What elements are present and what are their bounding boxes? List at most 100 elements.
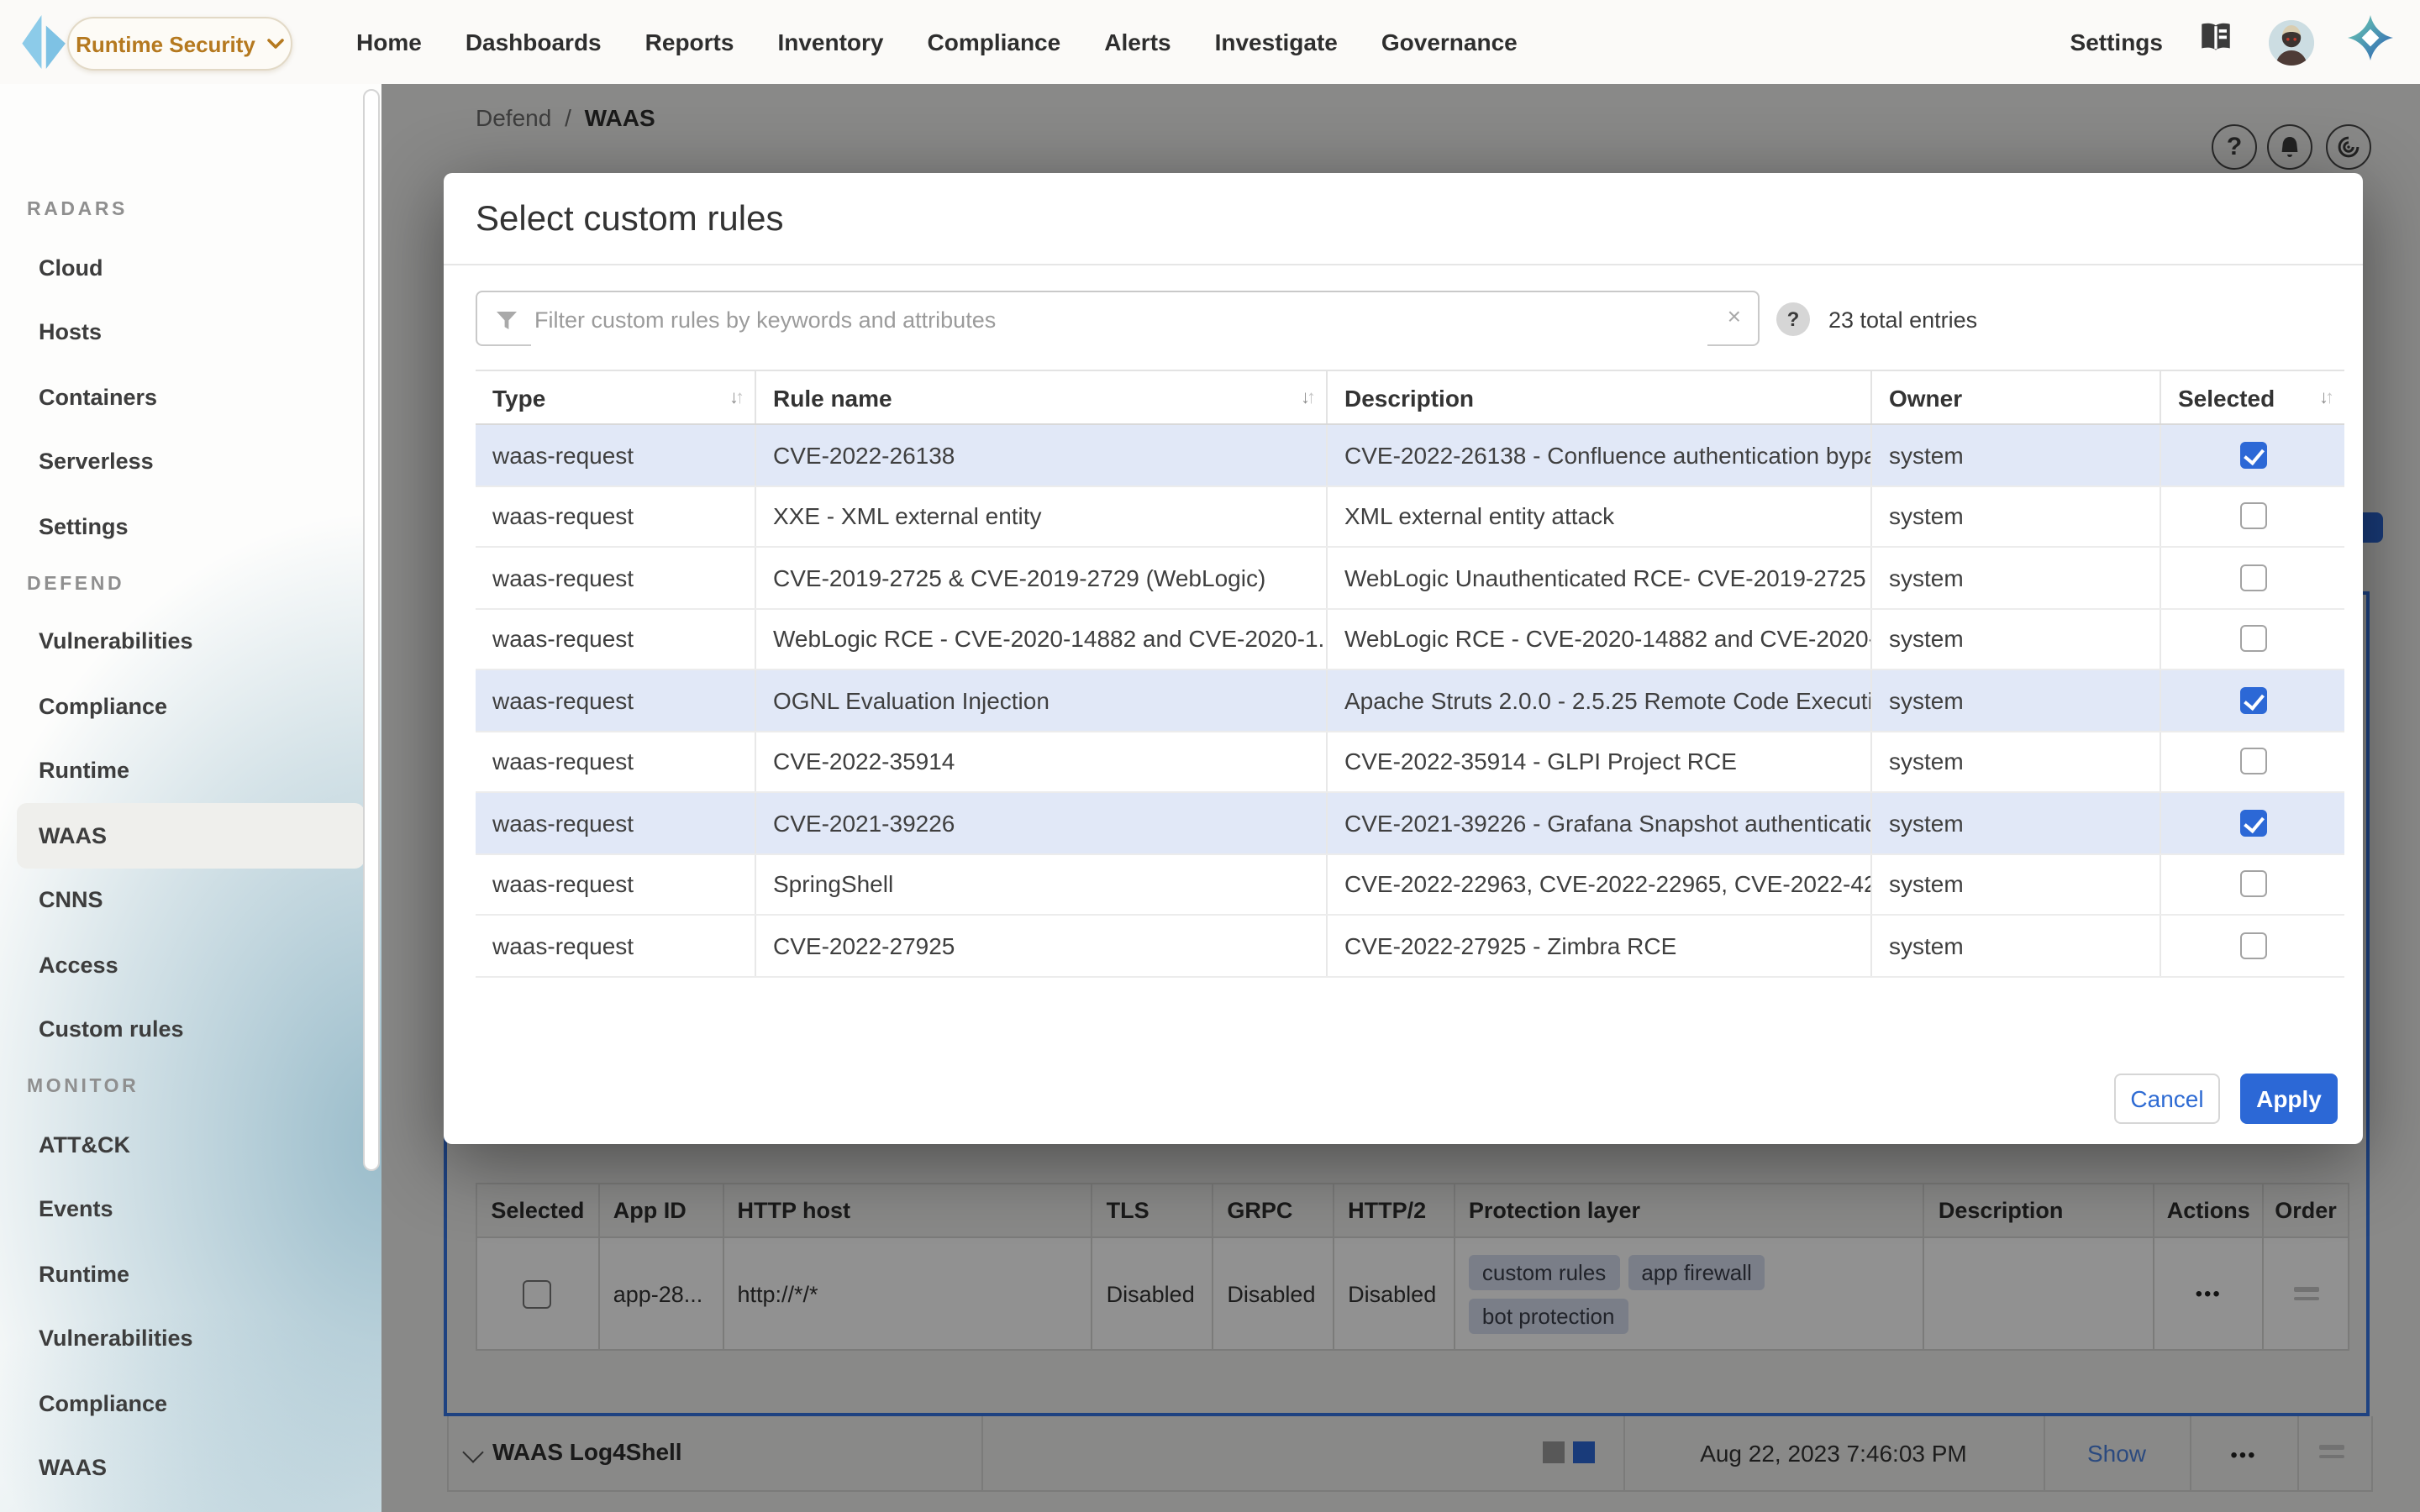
rule-selected-checkbox[interactable] xyxy=(2239,932,2266,959)
sidebar-item[interactable]: Events xyxy=(17,1177,365,1242)
rule-selected-cell xyxy=(2161,548,2344,607)
rule-owner-cell: system xyxy=(1872,548,2161,607)
sidebar-item[interactable]: Runtime xyxy=(17,1242,365,1306)
rule-owner-cell: system xyxy=(1872,793,2161,853)
cancel-button[interactable]: Cancel xyxy=(2114,1074,2220,1124)
rule-owner-cell: system xyxy=(1872,916,2161,975)
dialog-title: Select custom rules xyxy=(476,200,784,240)
rule-selected-checkbox[interactable] xyxy=(2239,626,2266,653)
sidebar-item[interactable]: Settings xyxy=(17,494,365,559)
custom-rules-table-header: Type ↓↑ Rule name ↓↑ Description Owner S xyxy=(476,371,2344,425)
rule-description-cell: Apache Struts 2.0.0 - 2.5.25 Remote Code… xyxy=(1328,670,1872,730)
filter-input[interactable] xyxy=(531,294,1707,346)
rule-owner-cell: system xyxy=(1872,670,2161,730)
rule-owner-cell: system xyxy=(1872,732,2161,791)
custom-rule-row[interactable]: waas-request CVE-2022-26138 CVE-2022-261… xyxy=(476,425,2344,486)
rule-description-cell: CVE-2021-39226 - Grafana Snapshot authen… xyxy=(1328,793,1872,853)
rule-type-cell: waas-request xyxy=(476,916,756,975)
prisma-brand-icon[interactable] xyxy=(22,15,67,77)
apply-button[interactable]: Apply xyxy=(2240,1074,2338,1124)
custom-rule-row[interactable]: waas-request OGNL Evaluation Injection A… xyxy=(476,670,2344,732)
filter-funnel-icon xyxy=(496,309,518,339)
sidebar-menu: RADARS Cloud Hosts Containers Serverless… xyxy=(0,84,381,1512)
sidebar-item[interactable]: Vulnerabilities xyxy=(17,1306,365,1371)
nav-item[interactable]: Inventory xyxy=(777,29,883,55)
rule-type-cell: waas-request xyxy=(476,670,756,730)
sidebar-item[interactable]: Compliance xyxy=(17,674,365,738)
custom-rule-row-partial[interactable] xyxy=(476,977,2344,978)
rule-selected-cell xyxy=(2161,793,2344,853)
rule-type-cell: waas-request xyxy=(476,732,756,791)
sidebar-item[interactable]: Runtime xyxy=(17,738,365,803)
product-switcher-label: Runtime Security xyxy=(76,31,255,56)
rule-selected-checkbox[interactable] xyxy=(2239,748,2266,775)
documentation-book-icon[interactable] xyxy=(2196,22,2235,62)
custom-rule-row[interactable]: waas-request WebLogic RCE - CVE-2020-148… xyxy=(476,609,2344,670)
sidebar-item[interactable]: Containers xyxy=(17,365,365,429)
nav-item[interactable]: Governance xyxy=(1381,29,1518,55)
product-switcher[interactable]: Runtime Security xyxy=(67,17,292,71)
sidebar-item: RADARS xyxy=(17,185,365,235)
user-avatar[interactable] xyxy=(2269,19,2314,65)
entries-help-icon[interactable]: ? xyxy=(1776,302,1810,336)
rule-type-cell: waas-request xyxy=(476,609,756,669)
rule-description-cell: CVE-2022-22963, CVE-2022-22965, CVE-2022… xyxy=(1328,854,1872,914)
sidebar-item[interactable]: WAAS xyxy=(17,1436,365,1500)
rule-description-cell: CVE-2022-26138 - Confluence authenticati… xyxy=(1328,425,1872,485)
rule-name-cell: CVE-2022-27925 xyxy=(756,916,1328,975)
custom-rule-row[interactable]: waas-request CVE-2022-35914 CVE-2022-359… xyxy=(476,732,2344,793)
rule-owner-cell: system xyxy=(1872,486,2161,546)
sidebar-item[interactable]: CNNS xyxy=(17,868,365,932)
custom-rule-row[interactable]: waas-request XXE - XML external entity X… xyxy=(476,486,2344,548)
sidebar-item[interactable]: Access xyxy=(17,932,365,997)
sidebar-item[interactable]: Cloud xyxy=(17,235,365,300)
rule-name-cell: CVE-2022-35914 xyxy=(756,732,1328,791)
nav-item-settings[interactable]: Settings xyxy=(2070,29,2163,55)
rule-selected-checkbox[interactable] xyxy=(2239,871,2266,898)
rule-selected-cell xyxy=(2161,609,2344,669)
rule-type-cell: waas-request xyxy=(476,854,756,914)
rule-selected-checkbox[interactable] xyxy=(2239,503,2266,530)
nav-item[interactable]: Reports xyxy=(645,29,734,55)
select-custom-rules-dialog: Select custom rules × ? 23 total entries… xyxy=(444,173,2363,1144)
col-header-selected: Selected ↓↑ xyxy=(2161,371,2344,423)
total-entries-count: 23 total entries xyxy=(1828,307,1977,333)
sidebar-item[interactable]: Compliance xyxy=(17,1371,365,1436)
rule-description-cell: CVE-2022-27925 - Zimbra RCE xyxy=(1328,916,1872,975)
sidebar-item: DEFEND xyxy=(17,559,365,609)
sidebar-item[interactable]: Vulnerabilities xyxy=(17,609,365,674)
nav-item[interactable]: Compliance xyxy=(928,29,1061,55)
rule-selected-checkbox[interactable] xyxy=(2239,687,2266,714)
nav-item[interactable]: Alerts xyxy=(1104,29,1171,55)
sidebar-item[interactable]: ATT&CK xyxy=(17,1112,365,1177)
sort-icon[interactable]: ↓↑ xyxy=(2319,387,2331,407)
sort-icon[interactable]: ↓↑ xyxy=(1301,387,1313,407)
rule-description-cell: WebLogic Unauthenticated RCE- CVE-2019-2… xyxy=(1328,548,1872,607)
sidebar-item[interactable]: Custom rules xyxy=(17,997,365,1062)
sidebar-item[interactable]: WAAS xyxy=(17,803,365,868)
rule-selected-cell xyxy=(2161,854,2344,914)
custom-rule-row[interactable]: waas-request CVE-2019-2725 & CVE-2019-27… xyxy=(476,548,2344,609)
nav-item[interactable]: Investigate xyxy=(1215,29,1338,55)
rule-selected-checkbox[interactable] xyxy=(2239,442,2266,469)
clear-filter-icon[interactable]: × xyxy=(1728,302,1741,329)
sidebar-scrollbar-thumb[interactable] xyxy=(363,89,380,1171)
sort-icon[interactable]: ↓↑ xyxy=(729,387,741,407)
rule-selected-checkbox[interactable] xyxy=(2239,810,2266,837)
rule-selected-cell xyxy=(2161,732,2344,791)
chevron-down-icon xyxy=(267,39,284,49)
custom-rule-row[interactable]: waas-request CVE-2022-27925 CVE-2022-279… xyxy=(476,916,2344,977)
rule-name-cell: CVE-2021-39226 xyxy=(756,793,1328,853)
custom-rule-row[interactable]: waas-request SpringShell CVE-2022-22963,… xyxy=(476,854,2344,916)
sidebar-item: MANAGE xyxy=(17,1500,365,1512)
sidebar-item[interactable]: Hosts xyxy=(17,300,365,365)
nav-item[interactable]: Home xyxy=(356,29,422,55)
nav-item[interactable]: Dashboards xyxy=(466,29,602,55)
rule-name-cell: WebLogic RCE - CVE-2020-14882 and CVE-20… xyxy=(756,609,1328,669)
rule-name-cell: CVE-2022-26138 xyxy=(756,425,1328,485)
rule-type-cell: waas-request xyxy=(476,548,756,607)
prisma-cloud-icon[interactable] xyxy=(2348,15,2393,69)
sidebar-item[interactable]: Serverless xyxy=(17,429,365,494)
rule-selected-checkbox[interactable] xyxy=(2239,564,2266,591)
custom-rule-row[interactable]: waas-request CVE-2021-39226 CVE-2021-392… xyxy=(476,793,2344,854)
